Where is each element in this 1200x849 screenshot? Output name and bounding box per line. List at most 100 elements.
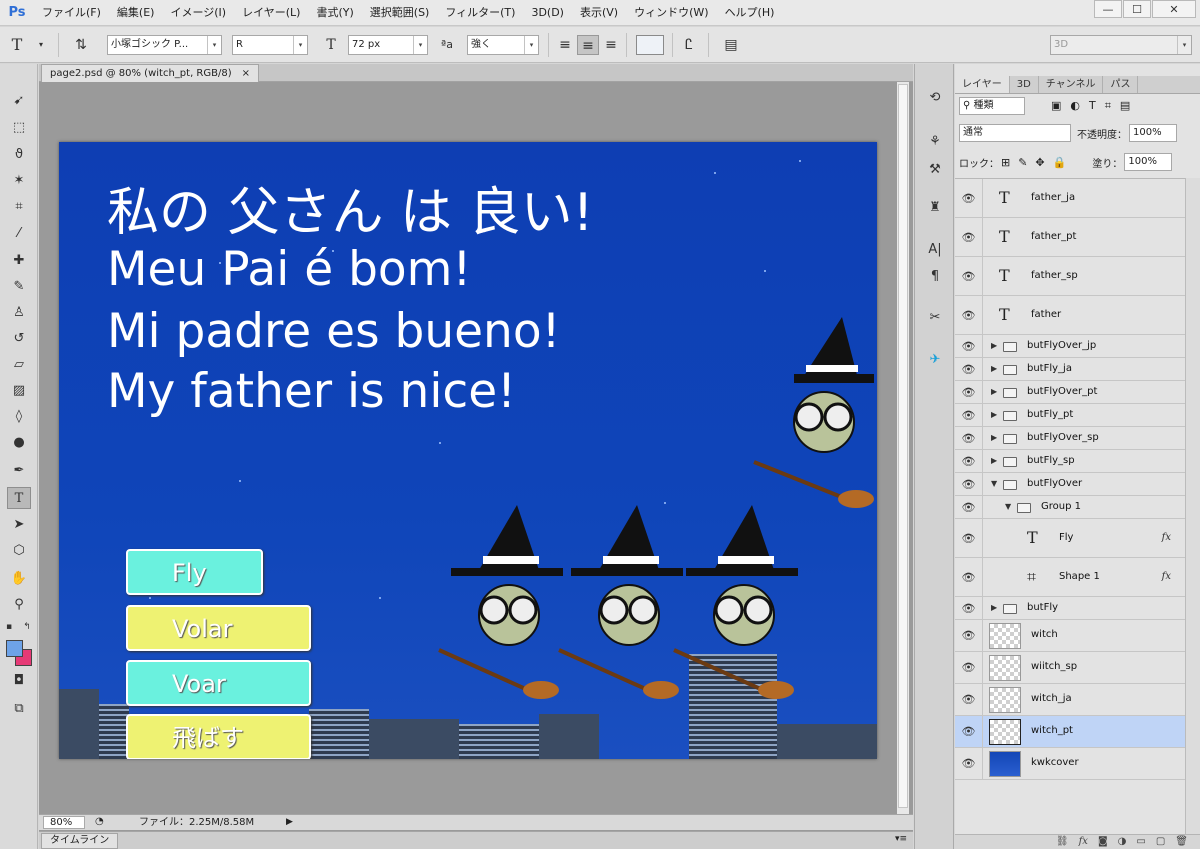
- layer-row[interactable]: 👁 witch_pt: [955, 716, 1185, 748]
- menu-view[interactable]: 表示(V): [572, 0, 626, 26]
- close-tab-icon[interactable]: ×: [242, 65, 250, 82]
- font-family-select[interactable]: 小塚ゴシック P... ▾: [107, 35, 222, 55]
- visibility-eye-icon[interactable]: 👁: [955, 257, 983, 295]
- layer-row[interactable]: 👁 wiitch_sp: [955, 652, 1185, 684]
- visibility-eye-icon[interactable]: 👁: [955, 684, 983, 715]
- lasso-tool-icon[interactable]: ϑ: [7, 144, 31, 166]
- visibility-eye-icon[interactable]: 👁: [955, 597, 983, 619]
- menu-type[interactable]: 書式(Y): [308, 0, 361, 26]
- visibility-eye-icon[interactable]: 👁: [955, 381, 983, 403]
- paragraph-panel-icon[interactable]: ¶: [924, 267, 946, 287]
- canvas-vertical-scrollbar[interactable]: [897, 82, 909, 814]
- shape-tool-icon[interactable]: ⬡: [7, 540, 31, 562]
- expand-arrow-icon[interactable]: ▶: [991, 387, 997, 396]
- visibility-eye-icon[interactable]: 👁: [955, 748, 983, 779]
- visibility-eye-icon[interactable]: 👁: [955, 450, 983, 472]
- layer-row[interactable]: 👁 Tfather: [955, 296, 1185, 335]
- close-window-button[interactable]: ✕: [1152, 0, 1196, 18]
- eyedropper-tool-icon[interactable]: ⁄: [7, 223, 31, 245]
- move-tool-icon[interactable]: ➹: [7, 90, 31, 112]
- menu-help[interactable]: ヘルプ(H): [717, 0, 783, 26]
- layer-row[interactable]: 👁 T Fly fx: [955, 519, 1185, 558]
- eraser-tool-icon[interactable]: ▱: [7, 354, 31, 376]
- character-panel-icon[interactable]: ▤: [720, 35, 742, 55]
- menu-image[interactable]: イメージ(I): [162, 0, 234, 26]
- visibility-eye-icon[interactable]: 👁: [955, 358, 983, 380]
- font-style-select[interactable]: R ▾: [232, 35, 308, 55]
- blur-tool-icon[interactable]: ◊: [7, 406, 31, 428]
- extension-panel-icon[interactable]: ✈: [924, 350, 946, 370]
- align-left-icon[interactable]: ≡: [554, 35, 576, 55]
- warp-text-icon[interactable]: Ꮭ: [678, 35, 700, 55]
- layer-row[interactable]: 👁 Tfather_sp: [955, 257, 1185, 296]
- timeline-tab[interactable]: タイムライン: [41, 833, 119, 849]
- orientation-toggle-icon[interactable]: ⇅: [70, 35, 92, 55]
- visibility-eye-icon[interactable]: 👁: [955, 519, 983, 557]
- visibility-eye-icon[interactable]: 👁: [955, 652, 983, 683]
- minimize-button[interactable]: —: [1094, 0, 1122, 18]
- lock-icons[interactable]: ⊞✎✥🔒: [1001, 156, 1074, 169]
- antialias-select[interactable]: 強く ▾: [467, 35, 539, 55]
- align-right-icon[interactable]: ≡: [600, 35, 622, 55]
- clone-stamp-tool-icon[interactable]: ♙: [7, 302, 31, 324]
- layer-row[interactable]: 👁 Tfather_pt: [955, 218, 1185, 257]
- screen-mode-icon[interactable]: ⧉: [7, 698, 31, 720]
- visibility-eye-icon[interactable]: 👁: [955, 496, 983, 518]
- expand-arrow-icon[interactable]: ▶: [991, 456, 997, 465]
- layer-row[interactable]: 👁 ▼ Group 1: [955, 496, 1185, 519]
- history-brush-tool-icon[interactable]: ↺: [7, 328, 31, 350]
- dodge-tool-icon[interactable]: ●: [7, 432, 31, 454]
- kind-filter-select[interactable]: ⚲ 種類: [959, 97, 1025, 115]
- layer-row[interactable]: 👁 kwkcover: [955, 748, 1185, 780]
- expand-arrow-icon[interactable]: ▶: [991, 433, 997, 442]
- document-tab[interactable]: page2.psd @ 80% (witch_pt, RGB/8) ×: [41, 64, 260, 82]
- visibility-eye-icon[interactable]: 👁: [955, 620, 983, 651]
- layer-row[interactable]: 👁 ▶ butFly_pt: [955, 404, 1185, 427]
- brush-presets-icon[interactable]: ⚘: [924, 132, 946, 152]
- layer-effects-icon[interactable]: fx: [1162, 532, 1171, 543]
- align-center-icon[interactable]: ≡: [577, 35, 599, 55]
- layers-scrollbar[interactable]: [1185, 178, 1200, 838]
- magic-wand-tool-icon[interactable]: ✶: [7, 170, 31, 192]
- scrollbar-thumb[interactable]: [898, 84, 908, 808]
- filter-type-icons[interactable]: ▣◐T⌗▤: [1051, 99, 1139, 113]
- layer-row[interactable]: 👁 ▶ butFlyOver_pt: [955, 381, 1185, 404]
- fx-icon[interactable]: fx: [1079, 835, 1088, 849]
- marquee-tool-icon[interactable]: ⬚: [7, 117, 31, 139]
- add-mask-icon[interactable]: ◙: [1098, 835, 1108, 849]
- layer-row[interactable]: 👁 ⌗ Shape 1 fx: [955, 558, 1185, 597]
- layer-row[interactable]: 👁 witch_ja: [955, 684, 1185, 716]
- menu-file[interactable]: ファイル(F): [34, 0, 109, 26]
- expand-arrow-open-icon[interactable]: ▼: [1005, 502, 1011, 511]
- visibility-eye-icon[interactable]: 👁: [955, 218, 983, 256]
- visibility-eye-icon[interactable]: 👁: [955, 335, 983, 357]
- healing-brush-tool-icon[interactable]: ✚: [7, 250, 31, 272]
- tab-paths[interactable]: パス: [1103, 76, 1139, 93]
- expand-arrow-icon[interactable]: ▶: [991, 341, 997, 350]
- visibility-eye-icon[interactable]: 👁: [955, 404, 983, 426]
- visibility-eye-icon[interactable]: 👁: [955, 179, 983, 217]
- expand-arrow-icon[interactable]: ▶: [991, 410, 997, 419]
- layer-row[interactable]: 👁 ▶ butFly_sp: [955, 450, 1185, 473]
- fill-field[interactable]: 100%: [1124, 153, 1173, 171]
- zoom-tool-icon[interactable]: ⚲: [7, 594, 31, 616]
- text-color-swatch[interactable]: [636, 35, 664, 55]
- layer-row[interactable]: 👁 ▶ butFlyOver_sp: [955, 427, 1185, 450]
- zoom-level-field[interactable]: 80%: [43, 816, 85, 829]
- trash-icon[interactable]: 🗑: [1175, 835, 1188, 849]
- type-tool-icon[interactable]: T: [7, 487, 31, 509]
- visibility-eye-icon[interactable]: 👁: [955, 427, 983, 449]
- expand-arrow-icon[interactable]: ▶: [991, 364, 997, 373]
- menu-3d[interactable]: 3D(D): [523, 0, 572, 26]
- fly-button[interactable]: Fly: [126, 549, 263, 595]
- blend-mode-select[interactable]: 通常: [959, 124, 1071, 142]
- expand-arrow-open-icon[interactable]: ▼: [991, 479, 997, 488]
- menu-layer[interactable]: レイヤー(L): [234, 0, 308, 26]
- layer-row[interactable]: 👁 ▶ butFly_ja: [955, 358, 1185, 381]
- visibility-eye-icon[interactable]: 👁: [955, 296, 983, 334]
- expand-arrow-icon[interactable]: ▶: [991, 603, 997, 612]
- menu-edit[interactable]: 編集(E): [109, 0, 163, 26]
- tab-channels[interactable]: チャンネル: [1039, 76, 1104, 93]
- panel-menu-icon[interactable]: ▾≡: [895, 834, 907, 844]
- swap-colors-icon[interactable]: ↰: [20, 616, 34, 638]
